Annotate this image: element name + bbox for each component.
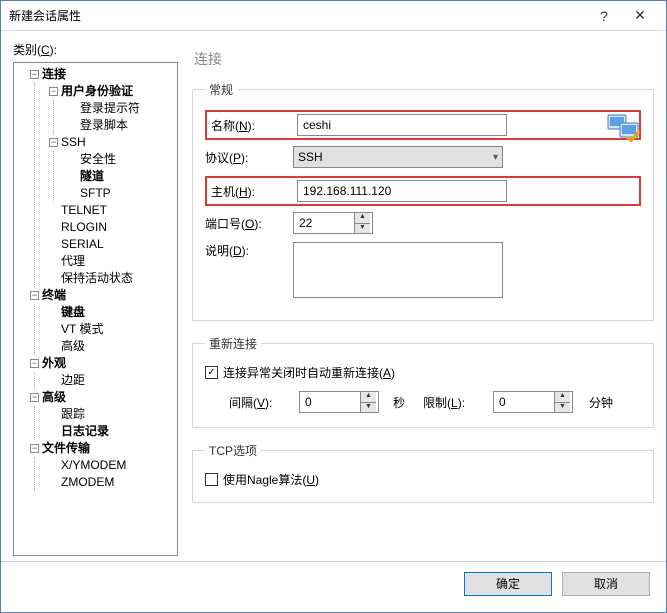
port-stepper[interactable]: ▲▼ (293, 212, 373, 234)
tree-terminal[interactable]: 终端 (42, 288, 66, 302)
page-title: 连接 (194, 49, 654, 69)
limit-stepper[interactable]: ▲▼ (493, 391, 573, 413)
tcp-group: TCP选项 使用Nagle算法(U) (192, 442, 654, 503)
host-input[interactable] (297, 180, 507, 202)
protocol-value: SSH (298, 150, 323, 164)
close-button[interactable]: ✕ (622, 2, 658, 30)
nagle-checkbox[interactable] (205, 473, 218, 486)
tree-xymodem[interactable]: X/YMODEM (61, 458, 126, 472)
general-group: 常规 名称(N): 协议(P): SSH ▾ 主机(H): (192, 81, 654, 321)
tree-toggle-icon[interactable]: − (49, 87, 58, 96)
tree-serial[interactable]: SERIAL (61, 237, 104, 251)
tree-tunnel[interactable]: 隧道 (80, 169, 104, 183)
spin-up-icon[interactable]: ▲ (361, 392, 376, 403)
tree-toggle-icon[interactable]: − (30, 70, 39, 79)
tree-rlogin[interactable]: RLOGIN (61, 220, 107, 234)
tree-toggle-icon[interactable]: − (30, 291, 39, 300)
minutes-label: 分钟 (589, 394, 613, 411)
auto-reconnect-label: 连接异常关闭时自动重新连接(A) (223, 364, 395, 381)
tree-keepalive[interactable]: 保持活动状态 (61, 271, 133, 285)
spin-down-icon[interactable]: ▼ (361, 403, 376, 413)
tree-toggle-icon[interactable]: − (49, 138, 58, 147)
name-row-highlight: 名称(N): (205, 110, 641, 140)
spin-up-icon[interactable]: ▲ (355, 213, 370, 224)
ok-button[interactable]: 确定 (464, 572, 552, 596)
tree-logging[interactable]: 日志记录 (61, 424, 109, 438)
tree-zmodem[interactable]: ZMODEM (61, 475, 114, 489)
tree-connection[interactable]: 连接 (42, 67, 66, 81)
port-input[interactable] (294, 213, 354, 233)
tcp-legend: TCP选项 (205, 442, 261, 459)
desc-label: 说明(D): (205, 242, 293, 259)
name-label: 名称(N): (209, 117, 297, 134)
chevron-down-icon: ▾ (493, 152, 498, 163)
tree-toggle-icon[interactable]: − (30, 444, 39, 453)
protocol-label: 协议(P): (205, 149, 293, 166)
interval-stepper[interactable]: ▲▼ (299, 391, 379, 413)
window-title: 新建会话属性 (9, 7, 586, 24)
titlebar: 新建会话属性 ? ✕ (1, 1, 666, 31)
host-label: 主机(H): (209, 183, 297, 200)
reconnect-legend: 重新连接 (205, 335, 261, 352)
name-input[interactable] (297, 114, 507, 136)
limit-input[interactable] (494, 392, 554, 412)
tree-vtmode[interactable]: VT 模式 (61, 322, 103, 336)
help-button[interactable]: ? (586, 2, 622, 30)
desc-textarea[interactable] (293, 242, 503, 298)
tree-sftp[interactable]: SFTP (80, 186, 111, 200)
auto-reconnect-checkbox[interactable]: ✓ (205, 366, 218, 379)
spin-down-icon[interactable]: ▼ (555, 403, 570, 413)
tree-login-prompt[interactable]: 登录提示符 (80, 101, 140, 115)
tree-proxy[interactable]: 代理 (61, 254, 85, 268)
cancel-button[interactable]: 取消 (562, 572, 650, 596)
spin-down-icon[interactable]: ▼ (355, 224, 370, 234)
general-legend: 常规 (205, 81, 237, 98)
category-tree[interactable]: −连接 −用户身份验证 登录提示符 登录脚本 −SSH 安全性 隧道 (13, 62, 178, 556)
tree-keyboard[interactable]: 键盘 (61, 305, 85, 319)
tree-login-script[interactable]: 登录脚本 (80, 118, 128, 132)
interval-label: 间隔(V): (229, 394, 289, 411)
spin-up-icon[interactable]: ▲ (555, 392, 570, 403)
tree-appearance[interactable]: 外观 (42, 356, 66, 370)
tree-telnet[interactable]: TELNET (61, 203, 107, 217)
tree-trace[interactable]: 跟踪 (61, 407, 85, 421)
limit-label: 限制(L): (423, 394, 483, 411)
port-label: 端口号(O): (205, 215, 293, 232)
footer: 确定 取消 (1, 561, 666, 606)
protocol-select[interactable]: SSH ▾ (293, 146, 503, 168)
tree-toggle-icon[interactable]: − (30, 359, 39, 368)
connection-icon (607, 112, 641, 142)
tree-margin[interactable]: 边距 (61, 373, 85, 387)
category-label: 类别(C): (13, 41, 178, 58)
tree-security[interactable]: 安全性 (80, 152, 116, 166)
interval-input[interactable] (300, 392, 360, 412)
tree-filetransfer[interactable]: 文件传输 (42, 441, 90, 455)
reconnect-group: 重新连接 ✓ 连接异常关闭时自动重新连接(A) 间隔(V): ▲▼ 秒 限制(L… (192, 335, 654, 428)
tree-advanced-term[interactable]: 高级 (61, 339, 85, 353)
tree-auth[interactable]: 用户身份验证 (61, 84, 133, 98)
host-row-highlight: 主机(H): (205, 176, 641, 206)
tree-advanced[interactable]: 高级 (42, 390, 66, 404)
nagle-label: 使用Nagle算法(U) (223, 471, 319, 488)
tree-toggle-icon[interactable]: − (30, 393, 39, 402)
tree-ssh[interactable]: SSH (61, 135, 86, 149)
seconds-label: 秒 (393, 394, 405, 411)
